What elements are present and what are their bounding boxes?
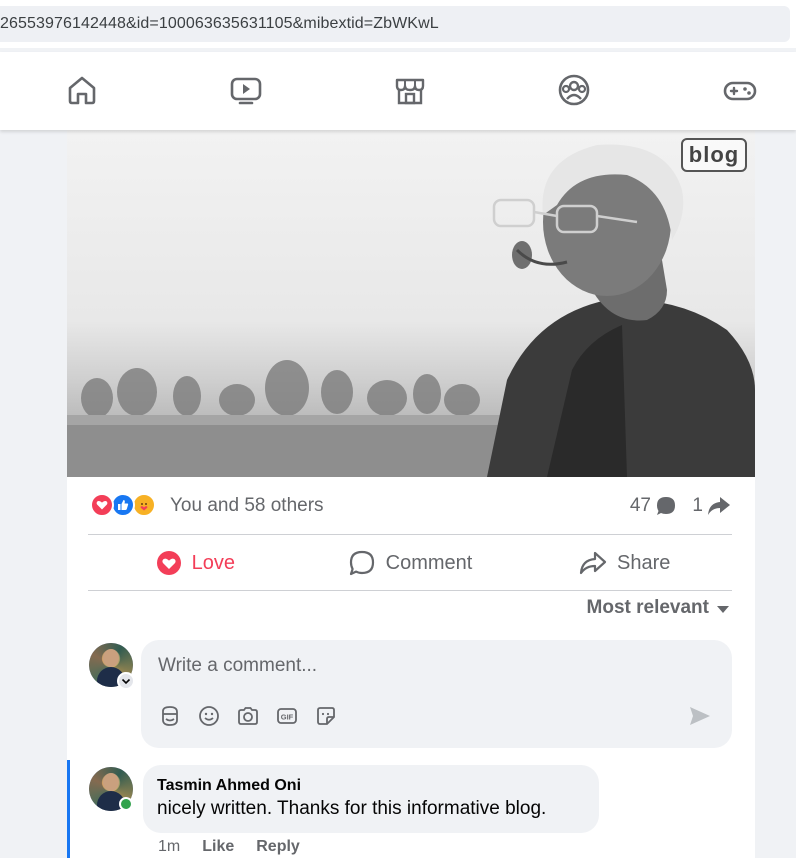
sticker-button[interactable] [314,704,338,728]
comment-bubble[interactable]: Tasmin Ahmed Oni nicely written. Thanks … [143,765,599,833]
sort-label: Most relevant [586,597,709,618]
love-reaction-icon [90,493,114,517]
avatar-sticker-icon [162,706,178,726]
comment-composer[interactable]: Write a comment... GIF [141,640,732,748]
comment-highlight-bar [67,760,70,858]
svg-text:GIF: GIF [281,713,294,722]
like-reaction-icon [111,493,135,517]
home-icon [68,76,96,105]
reaction-icons[interactable] [90,493,166,517]
comment-label: Comment [385,551,473,574]
comment-timestamp[interactable]: 1m [158,838,180,856]
avatar-sticker-button[interactable] [158,704,182,728]
online-status-badge [119,797,133,811]
comment-reply-button[interactable]: Reply [256,838,300,856]
account-switcher-button[interactable] [117,672,135,690]
comment-author[interactable]: Tasmin Ahmed Oni [157,777,585,795]
gif-button[interactable]: GIF [275,704,299,728]
home-tab[interactable] [62,70,102,110]
shares-count-value: 1 [692,495,703,516]
watch-tab[interactable] [226,70,266,110]
gaming-tab[interactable] [720,70,760,110]
photo-button[interactable] [236,704,260,728]
comment-like-button[interactable]: Like [202,838,234,856]
comment-input[interactable]: Write a comment... [158,655,317,677]
url-field[interactable]: 26553976142448&id=100063635631105&mibext… [0,6,790,42]
post-card: blog You and 58 others 47 1 Love Comment… [67,130,755,858]
comments-count-value: 47 [629,495,651,516]
chevron-down-icon [121,678,131,685]
comment-meta: 1m Like Reply [158,838,300,856]
love-label: Love [191,551,236,574]
sort-dropdown[interactable]: Most relevant [587,597,729,619]
top-navigation [0,52,796,130]
gamepad-icon [723,81,757,101]
post-photo[interactable]: blog [67,130,755,477]
share-arrow-icon [708,497,730,515]
comment-bubble-icon [657,497,675,515]
comment-button[interactable]: Comment [303,535,518,591]
portrait-illustration [67,144,755,477]
divider [88,590,732,591]
url-text: 26553976142448&id=100063635631105&mibext… [0,15,439,32]
video-icon [230,77,262,105]
comment-icon [349,550,374,576]
reaction-summary-text[interactable]: You and 58 others [170,495,324,517]
reactions-summary[interactable]: You and 58 others 47 1 [67,477,755,533]
emoji-button[interactable] [197,704,221,728]
camera-icon [238,707,258,725]
love-button[interactable]: Love [88,535,303,591]
composer-tools: GIF [158,704,338,728]
send-icon[interactable] [688,704,712,728]
blog-watermark-logo: blog [681,138,747,172]
caret-down-icon [717,606,729,613]
shares-count[interactable]: 1 [692,495,731,517]
sticker-icon [317,707,335,725]
love-icon [156,551,181,575]
post-actions: Love Comment Share [88,535,732,591]
store-icon [395,78,425,105]
groups-tab[interactable] [554,70,594,110]
share-button[interactable]: Share [517,535,732,591]
gif-icon: GIF [277,708,297,724]
browser-url-bar[interactable]: 26553976142448&id=100063635631105&mibext… [0,0,796,48]
share-label: Share [616,551,671,574]
comments-count[interactable]: 47 [630,495,677,517]
care-reaction-icon [132,493,156,517]
share-icon [579,551,607,575]
marketplace-tab[interactable] [390,70,430,110]
emoji-icon [199,706,219,726]
groups-icon [558,74,590,106]
comment-text: nicely written. Thanks for this informat… [157,798,547,819]
